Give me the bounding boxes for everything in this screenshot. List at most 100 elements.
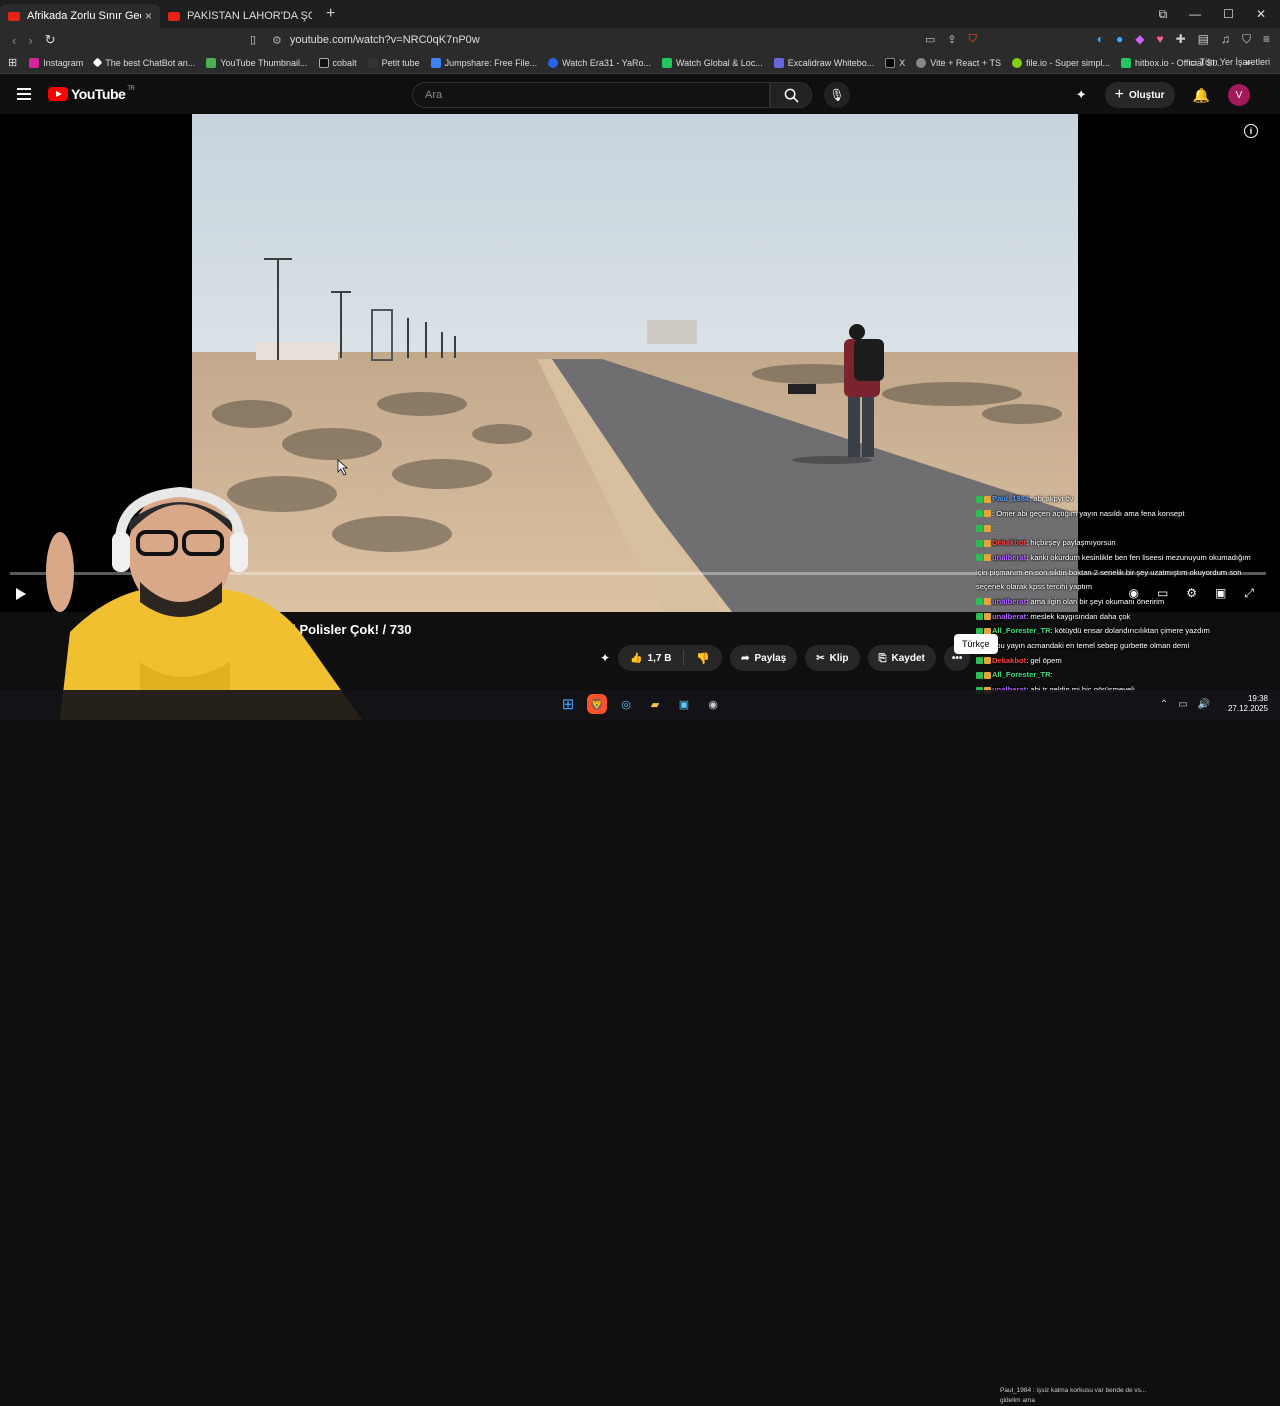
chat-username[interactable]: Dekakbot [992, 656, 1026, 665]
file-explorer-icon[interactable]: ▰ [645, 694, 665, 714]
minimize-icon[interactable]: — [1189, 7, 1201, 21]
tab-2[interactable]: PAKİSTAN LAHOR'DA ŞOK EDEN GÜN [160, 4, 320, 28]
save-button[interactable]: ⎘ Kaydet [867, 645, 936, 671]
new-tab-button[interactable]: + [326, 5, 335, 23]
tab-1[interactable]: Afrikada Zorlu Sınır Geçişi! Yol Ya × [0, 4, 160, 28]
youtube-logo[interactable]: YouTube TR [48, 86, 135, 102]
chat-username[interactable]: Dekakbot [992, 538, 1026, 547]
badge-icon [984, 598, 991, 606]
bookmark-item[interactable]: cobalt [318, 57, 357, 68]
search-button[interactable] [770, 82, 812, 108]
vpn-icon[interactable]: ⛉ [1242, 32, 1251, 47]
bookmark-item[interactable]: Excalidraw Whitebo... [773, 57, 874, 68]
forward-icon[interactable]: › [28, 33, 32, 48]
chat-username[interactable]: unalberat [992, 553, 1026, 562]
extension-icon[interactable]: ◆ [1135, 32, 1144, 47]
search-input[interactable]: Ara [412, 82, 770, 108]
hamburger-menu-icon[interactable] [17, 88, 31, 103]
bookmarks-bar: ⊞ Instagram The best ChatBot an... YouTu… [0, 52, 1280, 74]
reload-icon[interactable]: ↻ [45, 32, 56, 48]
steam-icon[interactable]: ◎ [616, 694, 636, 714]
bookmark-item[interactable]: Watch Global & Loc... [662, 57, 763, 68]
petit-tube-icon [367, 57, 378, 68]
chat-message: unalberat: ama ilgin olan bir şeyi okuma… [976, 595, 1272, 610]
sidebar-icon[interactable]: ▤ [1198, 32, 1209, 47]
store-icon[interactable]: ▣ [674, 694, 694, 714]
chat-username[interactable]: unalberat [992, 612, 1026, 621]
address-bar[interactable]: ⚙ youtube.com/watch?v=NRC0qK7nP0w [272, 30, 992, 50]
chat-text: : abi akpyi öv [1029, 494, 1074, 503]
maximize-icon[interactable]: ☐ [1223, 7, 1234, 21]
bookmark-item[interactable]: YouTube Thumbnail... [206, 57, 308, 68]
info-icon[interactable]: i [1244, 124, 1258, 138]
share-icon[interactable]: ⇪ [947, 33, 956, 46]
bookmark-item[interactable]: The best ChatBot an... [92, 58, 195, 68]
share-button[interactable]: ➦ Paylaş [730, 645, 798, 671]
chat-username[interactable]: Paul_1984 [992, 494, 1029, 503]
badge-icon [984, 657, 991, 665]
dislike-button[interactable]: 👎 [684, 652, 722, 665]
chat-username[interactable]: unalberat [992, 597, 1026, 606]
instagram-icon [29, 57, 40, 68]
like-dislike-group: 👍 1,7 B 👎 [618, 645, 723, 671]
extension-icon[interactable]: ♥ [1156, 32, 1163, 47]
x-icon [885, 57, 896, 68]
create-button[interactable]: + Oluştur [1104, 82, 1175, 108]
avatar[interactable]: V [1228, 84, 1250, 106]
bookmark-item[interactable]: Vite + React + TS [916, 57, 1001, 68]
scissors-icon: ✂ [816, 652, 825, 664]
voice-search-button[interactable]: 🎙 [824, 82, 850, 108]
chat-text: : meslek kaygısından daha çok [1026, 611, 1131, 621]
gemini-icon[interactable]: ✦ [1076, 87, 1087, 103]
chat-username[interactable]: All_Forester_TR [992, 670, 1051, 679]
chat-username[interactable]: All_Forester_TR [992, 626, 1051, 635]
bookmark-item[interactable]: X [885, 57, 905, 68]
close-window-icon[interactable]: ✕ [1256, 7, 1266, 21]
chat-message: : Ömer abi geçen açtığım yayın nasıldı a… [976, 507, 1272, 522]
extensions-icon[interactable]: ⧉ [1159, 7, 1168, 22]
menu-icon[interactable]: ≡ [1263, 32, 1270, 47]
badge-icon [976, 510, 983, 518]
extension-icon[interactable]: ● [1116, 32, 1123, 47]
bookmark-icon[interactable]: ▯ [250, 33, 256, 46]
all-bookmarks-button[interactable]: ▭ Tüm Yer İşaretleri [1189, 57, 1270, 68]
chat-message: unalberat: kanki okurdum kesinlikle ben … [976, 551, 1272, 566]
chat-message: Dekakbot: hiçbirşey paylaşmıyorsun [976, 536, 1272, 551]
ask-icon[interactable]: ✦ [600, 651, 610, 665]
bookmark-item[interactable]: Watch Era31 - YaRo... [548, 57, 651, 68]
like-button[interactable]: 👍 1,7 B [618, 650, 685, 666]
live-chat-overlay: Paul_1984: abi akpyi öv : Ömer abi geçen … [976, 492, 1272, 698]
chat-text: : Ömer abi geçen açtığım yayın nasıldı a… [992, 508, 1185, 518]
thumbs-up-icon: 👍 [630, 652, 643, 664]
bookmark-item[interactable]: Petit tube [367, 57, 420, 68]
site-info-icon[interactable]: ⚙ [272, 34, 282, 47]
badge-icon [976, 598, 983, 606]
tray-expand-icon[interactable]: ⌃ [1160, 699, 1168, 710]
system-clock[interactable]: 19:38 27.12.2025 [1228, 694, 1268, 714]
volume-icon[interactable]: 🔊 [1198, 699, 1210, 710]
apps-icon[interactable]: ⊞ [8, 56, 17, 69]
brave-shield-icon[interactable]: ⛉ [969, 33, 977, 46]
obs-icon[interactable]: ◉ [703, 694, 723, 714]
video-actions: ✦ 👍 1,7 B 👎 ➦ Paylaş ✂ Klip ⎘ Kaydet ••• [600, 645, 971, 671]
language-tooltip: Türkçe [954, 634, 998, 654]
chat-message: seçenek olarak kpss tercihi yaptım [976, 580, 1272, 595]
windows-start-icon[interactable]: ⊞ [558, 694, 578, 714]
webcam-overlay [0, 482, 362, 720]
cast-icon[interactable]: ▭ [925, 33, 935, 46]
brave-browser-icon[interactable]: 🦁 [587, 694, 607, 714]
bookmark-item[interactable]: Jumpshare: Free File... [430, 57, 537, 68]
network-icon[interactable]: ▭ [1178, 699, 1187, 710]
clip-button[interactable]: ✂ Klip [805, 645, 860, 671]
extension-icon[interactable]: ◐ [1097, 32, 1104, 47]
badge-icon [984, 671, 991, 679]
chat-text: için pişmanım en son siktiri boktan 2 se… [976, 567, 1242, 577]
chat-text: : kanki okurdum kesinlikle ben fen lisee… [1026, 552, 1251, 562]
music-icon[interactable]: ♫ [1221, 32, 1230, 47]
notifications-bell-icon[interactable]: 🔔 [1193, 87, 1210, 104]
bookmark-item[interactable]: Instagram [29, 57, 83, 68]
close-tab-icon[interactable]: × [145, 9, 152, 23]
back-icon[interactable]: ‹ [12, 33, 16, 48]
bookmark-item[interactable]: file.io - Super simpl... [1012, 57, 1110, 68]
puzzle-icon[interactable]: ✚ [1176, 32, 1186, 47]
